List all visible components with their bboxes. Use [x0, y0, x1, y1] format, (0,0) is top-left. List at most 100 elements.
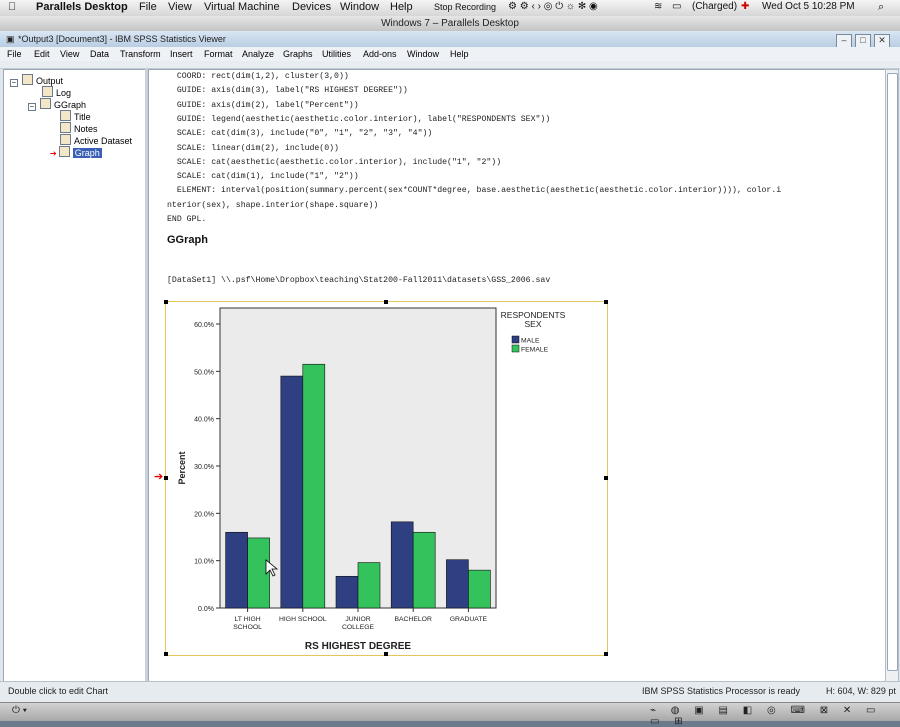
maximize-button[interactable]: □	[855, 34, 871, 48]
menu-transform[interactable]: Transform	[120, 49, 161, 59]
app-menu[interactable]: Parallels Desktop	[36, 1, 128, 13]
menu-help[interactable]: Help	[390, 1, 413, 13]
resize-handle[interactable]	[604, 476, 608, 480]
syntax-line: SCALE: cat(dim(3), include("0", "1", "2"…	[167, 129, 433, 139]
menu-utilities[interactable]: Utilities	[322, 49, 351, 59]
clock[interactable]: Wed Oct 5 10:28 PM	[762, 1, 855, 12]
bar-female	[357, 562, 381, 609]
stop-recording[interactable]: Stop Recording	[434, 2, 496, 12]
menu-file[interactable]: File	[139, 1, 157, 13]
flag-icon[interactable]: ✚	[741, 1, 749, 12]
y-tick-label: 40.0%	[194, 417, 214, 424]
status-hint: Double click to edit Chart	[8, 686, 109, 696]
y-tick-label: 60.0%	[194, 322, 214, 329]
menu-data[interactable]: Data	[90, 49, 109, 59]
legend-swatch-female	[511, 344, 520, 353]
menu-format[interactable]: Format	[204, 49, 233, 59]
outline-pane: – Output Log – GGraph Title Notes Active D…	[3, 69, 146, 683]
collapse-icon[interactable]: –	[10, 79, 18, 87]
bar-male	[225, 531, 248, 609]
y-tick-label: 0.0%	[198, 606, 214, 613]
syntax-line: SCALE: cat(dim(1), include("1", "2"))	[167, 172, 359, 182]
collapse-icon[interactable]: –	[28, 103, 36, 111]
outline-item-active-dataset[interactable]: Active Dataset	[60, 134, 132, 146]
legend-label-male: MALE	[521, 338, 540, 345]
resize-handle[interactable]	[384, 652, 388, 656]
dataset-icon	[60, 134, 71, 145]
menu-file[interactable]: File	[7, 49, 22, 59]
y-tick-label: 30.0%	[194, 464, 214, 471]
mac-menu-bar:  Parallels Desktop File View Virtual Ma…	[0, 0, 900, 17]
toolbar	[0, 61, 900, 69]
spss-window-icon: ▣	[6, 34, 15, 44]
log-icon	[42, 86, 53, 97]
menu-edit[interactable]: Edit	[34, 49, 50, 59]
syntax-line: COORD: rect(dim(1,2), cluster(3,0))	[167, 72, 349, 81]
section-title: GGraph	[167, 234, 208, 246]
resize-handle[interactable]	[164, 652, 168, 656]
device-icons: ⌁ ◍ ▣ ▤ ◧ ◎ ⌨ ⊠ ✕ ▭ ▭ ⊞	[650, 705, 882, 727]
minimize-button[interactable]: –	[836, 34, 852, 48]
x-tick-label: JUNIOR	[345, 616, 370, 623]
window-controls: – □ ✕	[833, 32, 890, 48]
selection-arrow-icon: ➔	[154, 471, 164, 483]
title-icon	[60, 110, 71, 121]
x-tick-label: SCHOOL	[233, 624, 262, 631]
menu-window[interactable]: Window	[407, 49, 439, 59]
syntax-line: GUIDE: legend(aesthetic(aesthetic.color.…	[167, 114, 551, 124]
wifi-icon[interactable]: ≋	[654, 1, 662, 12]
spss-viewer-window: ▣ *Output3 [Document3] - IBM SPSS Statis…	[0, 31, 900, 702]
close-button[interactable]: ✕	[874, 34, 890, 48]
syntax-line: nterior(sex), shape.interior(shape.squar…	[167, 200, 379, 210]
battery-status: (Charged)	[692, 1, 738, 12]
bar-chart[interactable]: 0.0% 10.0% 20.0% 30.0% 40.0% 50.0% 60.0% LT HIG…	[166, 302, 607, 655]
bar-male	[280, 375, 304, 609]
status-bar: Double click to edit Chart IBM SPSS Stat…	[0, 681, 900, 702]
syntax-line: ELEMENT: interval(position(summary.perce…	[167, 186, 782, 196]
syntax-line: SCALE: cat(aesthetic(aesthetic.color.int…	[167, 157, 502, 167]
spss-window-title: *Output3 [Document3] - IBM SPSS Statisti…	[18, 34, 226, 44]
resize-handle[interactable]	[604, 300, 608, 304]
resize-handle[interactable]	[164, 476, 168, 480]
resize-handle[interactable]	[384, 300, 388, 304]
outline-item-log[interactable]: Log	[42, 86, 71, 98]
scrollbar-thumb[interactable]	[887, 73, 898, 671]
output-icon	[22, 74, 33, 85]
menu-add-ons[interactable]: Add-ons	[363, 49, 397, 59]
syntax-line: SCALE: linear(dim(2), include(0))	[167, 143, 339, 153]
bar-male	[335, 575, 359, 609]
y-tick-label: 50.0%	[194, 369, 214, 376]
apple-icon[interactable]: 	[8, 1, 16, 13]
menu-view[interactable]: View	[60, 49, 79, 59]
bar-male	[446, 559, 469, 609]
battery-icon[interactable]: ▭	[672, 1, 681, 12]
x-tick-label: GRADUATE	[450, 616, 488, 623]
graph-icon	[58, 146, 70, 157]
notes-icon	[60, 122, 71, 133]
bar-female	[302, 363, 326, 609]
resize-handle[interactable]	[164, 300, 168, 304]
y-tick-label: 10.0%	[194, 559, 214, 566]
menu-analyze[interactable]: Analyze	[242, 49, 274, 59]
vertical-scrollbar[interactable]	[885, 69, 899, 683]
resize-handle[interactable]	[604, 652, 608, 656]
menu-window[interactable]: Window	[340, 1, 379, 13]
outline-item-title[interactable]: Title	[60, 110, 91, 122]
bar-female	[468, 569, 491, 609]
menu-view[interactable]: View	[168, 1, 192, 13]
y-tick-label: 20.0%	[194, 511, 214, 518]
chart-selection-frame[interactable]: 0.0% 10.0% 20.0% 30.0% 40.0% 50.0% 60.0% LT HIG…	[154, 300, 608, 656]
bar-female	[412, 531, 436, 609]
outline-item-graph[interactable]: ➔ Graph	[50, 146, 102, 158]
power-button[interactable]: ⏻ ▾	[12, 705, 27, 716]
menu-help[interactable]: Help	[450, 49, 469, 59]
menu-virtual-machine[interactable]: Virtual Machine	[204, 1, 280, 13]
y-axis-label: Percent	[177, 451, 187, 484]
syntax-line: GUIDE: axis(dim(2), label("Percent"))	[167, 100, 359, 110]
dataset-line: [DataSet1] \\.psf\Home\Dropbox\teaching\…	[167, 276, 551, 285]
menu-insert[interactable]: Insert	[170, 49, 193, 59]
menu-graphs[interactable]: Graphs	[283, 49, 313, 59]
menu-devices[interactable]: Devices	[292, 1, 331, 13]
outline-item-notes[interactable]: Notes	[60, 122, 98, 134]
spotlight-icon[interactable]: ⌕	[878, 1, 884, 14]
